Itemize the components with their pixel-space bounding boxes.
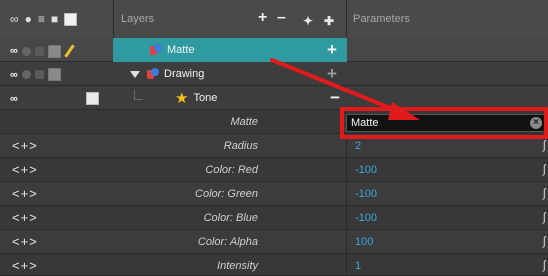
matte-icon: [147, 68, 159, 80]
param-nav-arrows[interactable]: <+>: [12, 234, 38, 249]
lock-icon[interactable]: [34, 46, 44, 56]
param-nav-arrows[interactable]: <+>: [12, 210, 38, 225]
visibility-icon[interactable]: [21, 46, 31, 56]
layer-controls: ∞: [10, 44, 75, 58]
layer-remove-button[interactable]: −: [330, 89, 340, 106]
param-value[interactable]: -100: [355, 164, 377, 176]
param-name: Color: Blue: [203, 212, 258, 224]
lock-icon[interactable]: [34, 70, 44, 79]
color-swatch-icon[interactable]: [47, 68, 61, 81]
layers-column-label: Layers: [121, 13, 155, 25]
param-value[interactable]: 100: [355, 236, 373, 248]
layer-add-button[interactable]: +: [327, 41, 337, 58]
param-value[interactable]: 1: [355, 260, 361, 272]
matte-icon: [150, 44, 162, 56]
star-icon: ★: [175, 89, 189, 107]
param-row-color-red: <+> Color: Red -100 ∫: [0, 158, 548, 182]
function-curve-icon[interactable]: ∫: [543, 138, 546, 152]
color-swatch-icon[interactable]: [85, 92, 99, 105]
color-swatch-icon[interactable]: [47, 44, 61, 58]
layer-row-matte[interactable]: ∞ Matte +: [0, 38, 548, 62]
param-row-color-green: <+> Color: Green -100 ∫: [0, 182, 548, 206]
layer-controls: ∞: [10, 92, 99, 105]
function-curve-icon[interactable]: ∫: [543, 210, 546, 224]
toolbar-header: ∞ ● ≡ ■ Layers + – ✦ ✚ Parameters: [0, 0, 548, 38]
param-nav-arrows[interactable]: <+>: [12, 258, 38, 273]
param-value[interactable]: -100: [355, 212, 377, 224]
param-nav-arrows[interactable]: <+>: [12, 138, 38, 153]
infinity-icon[interactable]: ∞: [10, 13, 19, 25]
param-name: Color: Green: [195, 188, 258, 200]
param-row-intensity: <+> Intensity 1 ∫: [0, 254, 548, 276]
square-icon[interactable]: [64, 12, 78, 26]
add-effect-icon[interactable]: ✚: [324, 13, 334, 29]
tree-connector: [134, 90, 143, 100]
layer-name-cell[interactable]: Matte: [113, 38, 347, 62]
layer-name: Tone: [193, 92, 218, 104]
param-row-color-alpha: <+> Color: Alpha 100 ∫: [0, 230, 548, 254]
layer-name-cell[interactable]: Drawing: [130, 62, 204, 86]
param-name: Color: Red: [205, 164, 258, 176]
add-peg-icon[interactable]: ✦: [303, 13, 313, 29]
remove-layer-icon[interactable]: –: [277, 10, 286, 26]
circle-icon[interactable]: ●: [25, 13, 32, 25]
add-layer-icon[interactable]: +: [258, 10, 267, 26]
param-nav-arrows[interactable]: <+>: [12, 162, 38, 177]
param-row-color-blue: <+> Color: Blue -100 ∫: [0, 206, 548, 230]
layer-row-drawing[interactable]: ∞ Drawing +: [0, 62, 548, 86]
column-divider: [346, 0, 347, 38]
column-divider: [113, 0, 114, 38]
layer-add-button[interactable]: +: [327, 65, 337, 82]
pencil-icon[interactable]: [64, 44, 75, 58]
function-curve-icon[interactable]: ∫: [543, 162, 546, 176]
infinity-icon[interactable]: ∞: [10, 69, 18, 81]
stack-icon[interactable]: ≡: [38, 13, 45, 25]
layer-toggle-icons: ∞ ● ≡ ■: [10, 10, 78, 28]
expand-triangle-icon[interactable]: [130, 70, 140, 78]
layer-name: Matte: [167, 44, 195, 56]
annotation-highlight-box: [340, 107, 548, 139]
param-name: Color: Alpha: [197, 236, 258, 248]
param-name: Radius: [223, 140, 258, 152]
function-curve-icon[interactable]: ∫: [543, 186, 546, 200]
param-name: Matte: [230, 116, 258, 128]
function-curve-icon[interactable]: ∫: [543, 258, 546, 272]
param-name: Intensity: [217, 260, 258, 272]
param-value[interactable]: -100: [355, 188, 377, 200]
infinity-icon[interactable]: ∞: [10, 93, 18, 105]
lock-icon[interactable]: ■: [51, 13, 58, 25]
layer-controls: ∞: [10, 68, 61, 81]
visibility-icon[interactable]: [21, 70, 31, 79]
function-curve-icon[interactable]: ∫: [543, 234, 546, 248]
param-value[interactable]: 2: [355, 140, 361, 152]
layer-name: Drawing: [164, 68, 205, 80]
layer-name-cell[interactable]: ★ Tone: [175, 86, 217, 110]
param-nav-arrows[interactable]: <+>: [12, 186, 38, 201]
parameters-column-label: Parameters: [353, 13, 410, 25]
infinity-icon[interactable]: ∞: [10, 45, 18, 57]
